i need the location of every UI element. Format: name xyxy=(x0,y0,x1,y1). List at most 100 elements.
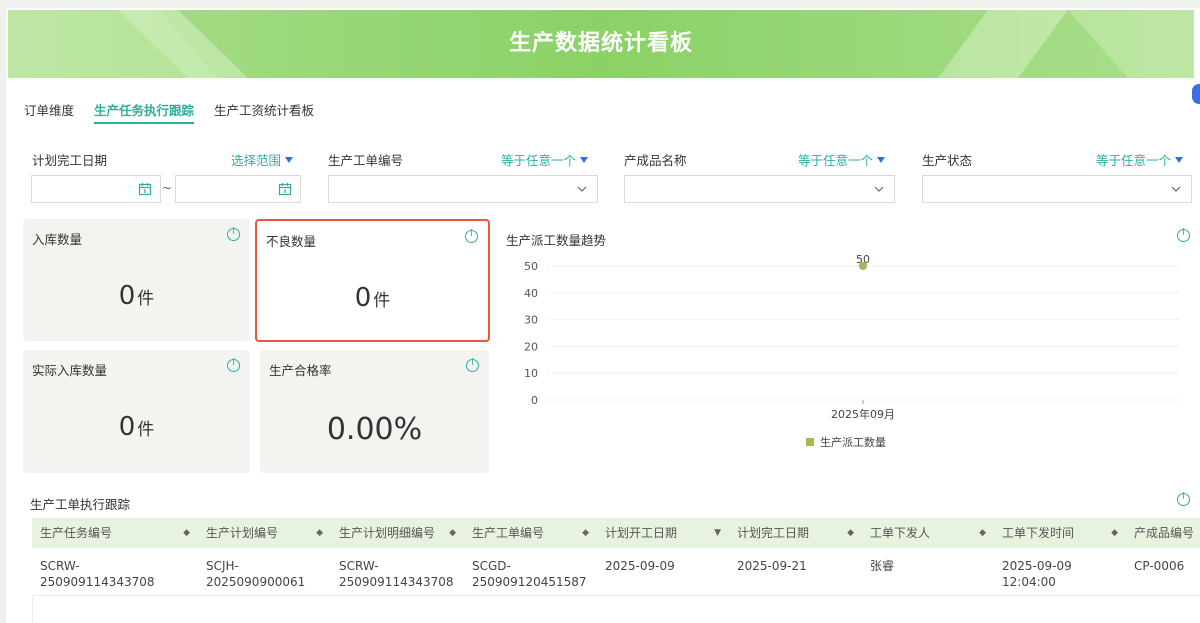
info-icon[interactable] xyxy=(227,358,240,372)
sort-icon[interactable]: ◆ xyxy=(316,518,323,548)
y-tick-label: 20 xyxy=(524,340,538,353)
y-tick-label: 10 xyxy=(524,367,538,380)
product-name-select[interactable] xyxy=(624,175,895,203)
filter-op-text: 等于任意一个 xyxy=(501,153,577,168)
legend-swatch xyxy=(806,438,814,446)
table-cell: CP-0006 xyxy=(1134,559,1185,573)
filter-op-status[interactable]: 等于任意一个 xyxy=(1096,150,1184,169)
data-label: 50 xyxy=(856,253,870,266)
column-header[interactable]: 计划开工日期 ▼ xyxy=(597,518,729,548)
chart-title: 生产派工数量趋势 xyxy=(506,233,607,248)
table-section-title: 生产工单执行跟踪 xyxy=(30,497,131,512)
card-value-unit: 件 xyxy=(137,420,155,440)
table-body: SCRW-250909114343708 SCJH-2025090900061 SC… xyxy=(32,548,1200,596)
sort-icon[interactable]: ◆ xyxy=(1111,518,1118,548)
sort-icon[interactable]: ◆ xyxy=(449,518,456,548)
table-cell: 2025-09-21 xyxy=(737,559,807,573)
card-pass-rate: 生产合格率 0.00% xyxy=(260,350,489,473)
filter-op-plan-date[interactable]: 选择范围 xyxy=(231,150,294,169)
dispatch-trend-chart: 0 10 20 30 40 50 2025年09月 50 生产派工数量 xyxy=(524,253,1178,449)
card-value-number: 0 xyxy=(354,283,372,313)
work-order-select[interactable] xyxy=(328,175,598,203)
date-end-input[interactable] xyxy=(175,175,301,203)
table-cell: SCJH-2025090900061 xyxy=(206,559,306,589)
y-tick-label: 30 xyxy=(524,314,538,327)
tab-order-dimension[interactable]: 订单维度 xyxy=(24,100,74,124)
work-order-table: 生产任务编号 ◆ 生产计划编号 ◆ 生产计划明细编号 ◆ 生产工单编号 ◆ 计划开工日期 ▼ 计划完… xyxy=(32,518,1200,623)
tab-task-tracking[interactable]: 生产任务执行跟踪 xyxy=(94,100,195,124)
filter-op-product-name[interactable]: 等于任意一个 xyxy=(798,150,886,169)
caret-down-icon xyxy=(1175,157,1184,163)
info-icon[interactable] xyxy=(1177,228,1190,242)
card-label: 不良数量 xyxy=(266,234,317,249)
column-header-label: 计划开工日期 xyxy=(605,526,678,540)
sort-icon[interactable]: ◆ xyxy=(183,518,190,548)
card-label: 入库数量 xyxy=(32,232,83,247)
card-inbound-qty: 入库数量 0件 xyxy=(23,219,250,341)
card-value: 0件 xyxy=(23,412,250,442)
card-defect-qty[interactable]: 不良数量 0件 xyxy=(255,219,490,342)
info-icon[interactable] xyxy=(465,229,478,243)
table-cell: SCGD- 250909120451587 xyxy=(472,559,587,589)
info-icon[interactable] xyxy=(466,358,479,372)
column-header-label: 生产任务编号 xyxy=(40,526,113,540)
date-start-input[interactable] xyxy=(31,175,161,203)
table-cell: SCRW-250909114343708 xyxy=(40,559,155,589)
column-header[interactable]: 工单下发人 ◆ xyxy=(862,518,994,548)
info-icon[interactable] xyxy=(1177,492,1190,506)
table-cell: 2025-09-09 xyxy=(605,559,675,573)
column-header[interactable]: 工单下发时间 ◆ xyxy=(994,518,1126,548)
card-value-unit: 件 xyxy=(137,289,155,309)
y-tick-label: 0 xyxy=(531,394,538,407)
filter-op-text: 选择范围 xyxy=(231,153,282,168)
card-value-unit: 件 xyxy=(373,291,391,311)
card-value-number: 0 xyxy=(118,281,136,311)
filter-op-text: 等于任意一个 xyxy=(798,153,874,168)
date-range-separator: ~ xyxy=(162,181,173,195)
chevron-down-icon xyxy=(577,186,587,192)
table-cell: 张睿 xyxy=(870,559,895,573)
sort-icon[interactable]: ◆ xyxy=(847,518,854,548)
table-cell: 2025-09-09 12:04:00 xyxy=(1002,559,1072,589)
y-tick-label: 40 xyxy=(524,287,538,300)
column-header[interactable]: 生产任务编号 ◆ xyxy=(32,518,198,548)
status-select[interactable] xyxy=(922,175,1192,203)
filter-label-work-order: 生产工单编号 xyxy=(328,153,404,168)
x-tick-label: 2025年09月 xyxy=(831,407,895,421)
table-header: 生产任务编号 ◆ 生产计划编号 ◆ 生产计划明细编号 ◆ 生产工单编号 ◆ 计划开工日期 ▼ 计划完… xyxy=(32,518,1200,548)
filter-op-work-order[interactable]: 等于任意一个 xyxy=(501,150,589,169)
filter-label-product-name: 产成品名称 xyxy=(624,153,687,168)
floating-assistant-button[interactable] xyxy=(1192,84,1200,104)
calendar-icon xyxy=(278,183,292,196)
sort-icon[interactable]: ◆ xyxy=(582,518,589,548)
card-actual-inbound-qty: 实际入库数量 0件 xyxy=(23,350,250,473)
tab-wage-stats[interactable]: 生产工资统计看板 xyxy=(214,100,314,124)
column-header[interactable]: 计划完工日期 ◆ xyxy=(729,518,862,548)
card-value: 0件 xyxy=(23,281,250,311)
sort-icon[interactable]: ▼ xyxy=(714,518,721,548)
card-label: 实际入库数量 xyxy=(32,363,108,378)
table-row[interactable]: SCRW-250909114343708 SCJH-2025090900061 SC… xyxy=(32,548,1200,596)
tab-bar: 订单维度 生产任务执行跟踪 生产工资统计看板 xyxy=(24,100,334,124)
column-header[interactable]: 生产工单编号 ◆ xyxy=(464,518,597,548)
column-header[interactable]: 生产计划明细编号 ◆ xyxy=(331,518,464,548)
table-cell: SCRW- 250909114343708 xyxy=(339,559,454,589)
column-header-label: 工单下发人 xyxy=(870,526,931,540)
filter-op-text: 等于任意一个 xyxy=(1096,153,1172,168)
page-title: 生产数据统计看板 xyxy=(508,31,693,56)
header-banner: 生产数据统计看板 xyxy=(8,10,1194,78)
caret-down-icon xyxy=(580,157,589,163)
filter-label-status: 生产状态 xyxy=(922,153,973,168)
column-header[interactable]: 生产计划编号 ◆ xyxy=(198,518,331,548)
table-empty-area xyxy=(32,596,1200,623)
caret-down-icon xyxy=(285,157,294,163)
y-tick-label: 50 xyxy=(524,260,538,273)
chevron-down-icon xyxy=(874,186,884,192)
column-header-label: 生产计划明细编号 xyxy=(339,526,436,540)
card-label: 生产合格率 xyxy=(269,363,332,378)
column-header[interactable]: 产成品编号 xyxy=(1126,518,1200,548)
filter-label-plan-date: 计划完工日期 xyxy=(32,153,108,168)
caret-down-icon xyxy=(877,157,886,163)
info-icon[interactable] xyxy=(227,227,240,241)
sort-icon[interactable]: ◆ xyxy=(979,518,986,548)
